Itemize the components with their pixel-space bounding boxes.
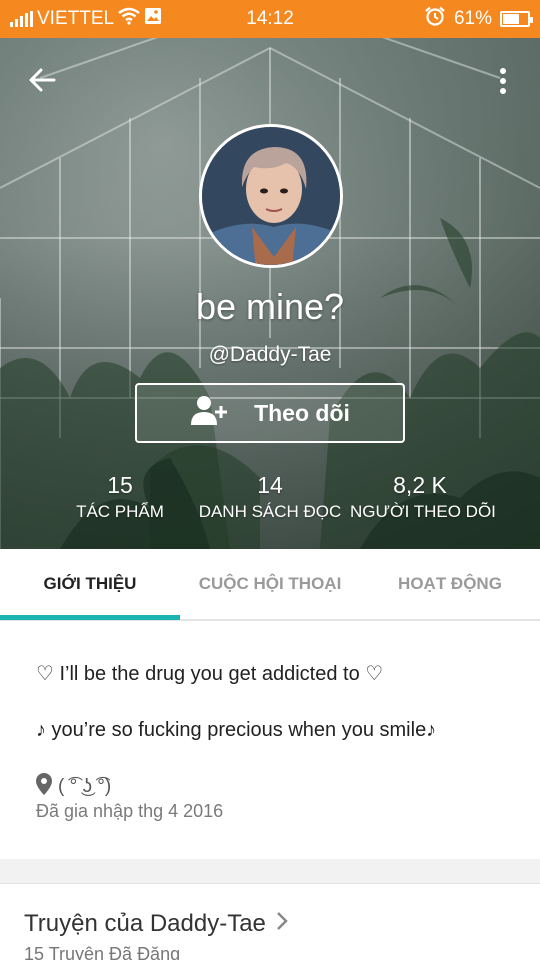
- profile-tabs: GIỚI THIỆU CUỘC HỘI THOẠI HOẠT ĐỘNG: [0, 549, 540, 621]
- stories-title-row[interactable]: Truyện của Daddy-Tae: [24, 910, 288, 938]
- image-notification-icon: [144, 7, 162, 31]
- section-divider: [0, 859, 540, 883]
- stories-title: Truyện của Daddy-Tae: [24, 910, 266, 937]
- more-vertical-icon[interactable]: [488, 64, 518, 98]
- stat-followers-label: NGƯỜI THEO DÕI: [350, 502, 496, 521]
- profile-username: @Daddy-Tae: [208, 343, 332, 366]
- status-right: 61%: [424, 0, 533, 38]
- follow-button-label: Theo dõi: [254, 399, 350, 426]
- wifi-icon: [118, 7, 140, 31]
- alarm-icon: [424, 6, 446, 32]
- bio-line: ♪ you’re so fucking precious when you sm…: [36, 719, 437, 741]
- battery-icon: [500, 11, 533, 27]
- stat-followers[interactable]: 8,2 K NGƯỜI THEO DÕI: [350, 471, 496, 525]
- stat-reading-lists[interactable]: 14 DANH SÁCH ĐỌC: [190, 471, 350, 525]
- avatar: [199, 124, 343, 268]
- carrier-name: VIETTEL: [37, 8, 115, 29]
- stat-reading-lists-label: DANH SÁCH ĐỌC: [198, 502, 342, 521]
- stat-followers-value: 8,2 K: [393, 472, 447, 498]
- about-section: ♡ I’ll be the drug you get addicted to ♡…: [0, 623, 540, 859]
- joined-date: Đã gia nhập thg 4 2016: [36, 801, 224, 821]
- location-text: ( ͡° ͜ʖ ͡°): [58, 776, 112, 797]
- profile-display-name: be mine?: [195, 286, 345, 327]
- person-add-icon: [190, 394, 228, 432]
- follow-button[interactable]: Theo dõi: [135, 383, 405, 443]
- location-pin-icon: [36, 773, 52, 801]
- stat-works[interactable]: 15 TÁC PHẨM: [60, 471, 180, 525]
- tab-conversations[interactable]: CUỘC HỘI THOẠI: [180, 549, 360, 619]
- back-arrow-icon[interactable]: [24, 62, 60, 98]
- battery-percent: 61%: [453, 8, 492, 29]
- stories-count: 15 Truyện Đã Đăng: [24, 944, 181, 960]
- status-left: VIETTEL: [10, 0, 162, 38]
- bio-line: ♡ I’ll be the drug you get addicted to ♡: [36, 663, 384, 685]
- stat-reading-lists-value: 14: [257, 472, 283, 498]
- signal-icon: [10, 11, 33, 27]
- tab-about[interactable]: GIỚI THIỆU: [0, 549, 180, 619]
- stat-works-label: TÁC PHẨM: [76, 502, 164, 521]
- location-row: ( ͡° ͜ʖ ͡°): [36, 773, 111, 801]
- status-bar: VIETTEL 14:12 61%: [0, 0, 540, 38]
- active-tab-indicator: [0, 615, 180, 620]
- profile-stats: 15 TÁC PHẨM 14 DANH SÁCH ĐỌC 8,2 K NGƯỜI…: [0, 471, 540, 531]
- avatar-image: [202, 127, 340, 265]
- stories-section[interactable]: Truyện của Daddy-Tae 15 Truyện Đã Đăng: [0, 883, 540, 960]
- chevron-right-icon: [276, 910, 288, 938]
- tab-activity[interactable]: HOẠT ĐỘNG: [360, 549, 540, 619]
- stat-works-value: 15: [107, 472, 133, 498]
- profile-header: be mine? @Daddy-Tae Theo dõi 15 TÁC PHẨM…: [0, 38, 540, 549]
